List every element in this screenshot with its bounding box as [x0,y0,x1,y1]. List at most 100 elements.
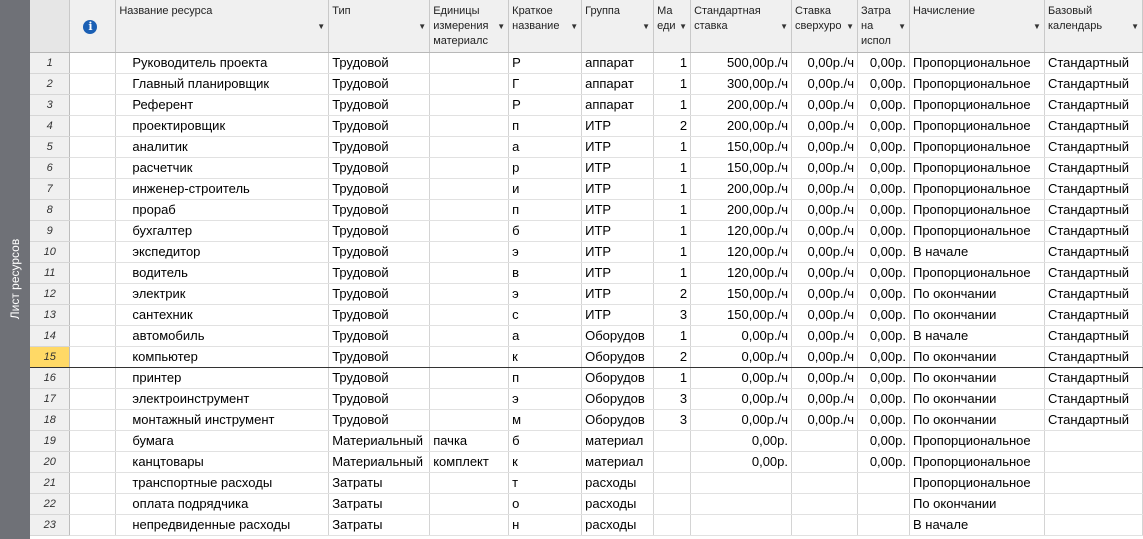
cost-use-cell[interactable]: 0,00р. [857,52,910,74]
calendar-cell[interactable]: Стандартный [1044,346,1143,368]
row-number[interactable]: 21 [30,472,71,494]
row-number[interactable]: 6 [30,157,71,179]
ovt-rate-cell[interactable]: 0,00р./ч [791,241,858,263]
cost-use-cell[interactable]: 0,00р. [857,262,910,284]
cost-use-cell[interactable]: 0,00р. [857,199,910,221]
calendar-cell[interactable]: Стандартный [1044,304,1143,326]
table-row[interactable]: 10 экспедитор Трудовой э ИТР 1 120,00р./ч 0,00р… [30,241,1143,263]
type-cell[interactable]: Трудовой [328,52,431,74]
row-number[interactable]: 8 [30,199,71,221]
ovt-rate-cell[interactable]: 0,00р./ч [791,52,858,74]
row-number[interactable]: 14 [30,325,71,347]
calendar-cell[interactable]: Стандартный [1044,52,1143,74]
table-row[interactable]: 12 электрик Трудовой э ИТР 2 150,00р./ч 0,00р./… [30,283,1143,305]
material-label-cell[interactable] [429,514,510,536]
resource-name-cell[interactable]: прораб [115,199,330,221]
ovt-rate-cell[interactable]: 0,00р./ч [791,409,858,431]
calendar-cell[interactable]: Стандартный [1044,241,1143,263]
material-label-cell[interactable] [429,304,510,326]
accrual-cell[interactable]: Пропорциональное [909,94,1045,116]
indicator-cell[interactable] [69,367,117,389]
initials-cell[interactable]: в [508,262,583,284]
group-cell[interactable]: ИТР [581,178,655,200]
material-label-cell[interactable] [429,493,510,515]
calendar-cell[interactable]: Стандартный [1044,136,1143,158]
type-cell[interactable]: Материальный [328,451,431,473]
group-cell[interactable]: Оборудов [581,367,655,389]
max-units-cell[interactable]: 1 [653,52,692,74]
table-row[interactable]: 2 Главный планировщик Трудовой Гаппарат 1 300… [30,73,1143,95]
std-rate-cell[interactable] [690,493,793,515]
chevron-down-icon[interactable]: ▼ [679,22,687,31]
group-cell[interactable]: ИТР [581,157,655,179]
row-number[interactable]: 19 [30,430,71,452]
max-units-cell[interactable]: 1 [653,220,692,242]
accrual-cell[interactable]: По окончании [909,283,1045,305]
indicator-cell[interactable] [69,157,117,179]
ovt-rate-cell[interactable]: 0,00р./ч [791,262,858,284]
type-cell[interactable]: Затраты [328,514,431,536]
row-number[interactable]: 23 [30,514,71,536]
group-cell[interactable]: ИТР [581,220,655,242]
std-rate-cell[interactable]: 200,00р./ч [690,199,793,221]
chevron-down-icon[interactable]: ▼ [898,22,906,31]
std-rate-cell[interactable]: 150,00р./ч [690,304,793,326]
calendar-cell[interactable]: Стандартный [1044,262,1143,284]
group-cell[interactable]: материал [581,451,655,473]
type-cell[interactable]: Трудовой [328,283,431,305]
table-row[interactable]: 18 монтажный инструмент Трудовой м Оборудов 3… [30,409,1143,431]
accrual-cell[interactable]: Пропорциональное [909,199,1045,221]
std-rate-cell[interactable]: 200,00р./ч [690,94,793,116]
calendar-cell[interactable]: Стандартный [1044,283,1143,305]
accrual-cell[interactable]: Пропорциональное [909,157,1045,179]
indicator-cell[interactable] [69,199,117,221]
chevron-down-icon[interactable]: ▼ [1033,22,1041,31]
calendar-cell[interactable]: Стандартный [1044,199,1143,221]
resource-name-cell[interactable]: бухгалтер [115,220,330,242]
std-rate-cell[interactable]: 0,00р./ч [690,388,793,410]
row-number[interactable]: 4 [30,115,71,137]
calendar-cell[interactable] [1044,430,1143,452]
material-label-cell[interactable] [429,283,510,305]
initials-cell[interactable]: п [508,199,583,221]
ovt-rate-cell[interactable]: 0,00р./ч [791,325,858,347]
accrual-cell[interactable]: Пропорциональное [909,115,1045,137]
row-number[interactable]: 16 [30,367,71,389]
ovt-rate-cell[interactable] [791,451,858,473]
material-label-cell[interactable] [429,262,510,284]
std-rate-cell[interactable]: 120,00р./ч [690,262,793,284]
group-cell[interactable]: ИТР [581,262,655,284]
row-number[interactable]: 20 [30,451,71,473]
initials-cell[interactable]: б [508,430,583,452]
initials-cell[interactable]: а [508,136,583,158]
column-header-name[interactable]: Название ресурса ▼ [115,0,330,53]
group-cell[interactable]: расходы [581,472,655,494]
cost-use-cell[interactable]: 0,00р. [857,157,910,179]
resource-name-cell[interactable]: электроинструмент [115,388,330,410]
material-label-cell[interactable] [429,73,510,95]
max-units-cell[interactable]: 1 [653,178,692,200]
std-rate-cell[interactable]: 300,00р./ч [690,73,793,95]
table-row[interactable]: 9 бухгалтер Трудовой б ИТР 1 120,00р./ч 0,00р./… [30,220,1143,242]
indicator-cell[interactable] [69,262,117,284]
type-cell[interactable]: Трудовой [328,220,431,242]
resource-name-cell[interactable]: водитель [115,262,330,284]
resource-name-cell[interactable]: инженер-строитель [115,178,330,200]
column-header-accrual[interactable]: Начисление ▼ [909,0,1045,53]
resource-name-cell[interactable]: Руководитель проекта [115,52,330,74]
table-row[interactable]: 19 бумага Материальный пачка б материал 0,00р.… [30,430,1143,452]
row-number[interactable]: 7 [30,178,71,200]
ovt-rate-cell[interactable]: 0,00р./ч [791,94,858,116]
calendar-cell[interactable]: Стандартный [1044,409,1143,431]
type-cell[interactable]: Трудовой [328,367,431,389]
type-cell[interactable]: Трудовой [328,136,431,158]
row-number[interactable]: 12 [30,283,71,305]
indicator-cell[interactable] [69,493,117,515]
row-number[interactable]: 22 [30,493,71,515]
initials-cell[interactable]: п [508,115,583,137]
material-label-cell[interactable] [429,472,510,494]
row-number[interactable]: 11 [30,262,71,284]
accrual-cell[interactable]: В начале [909,514,1045,536]
view-bar[interactable]: Лист ресурсов [0,0,30,539]
cost-use-cell[interactable]: 0,00р. [857,136,910,158]
